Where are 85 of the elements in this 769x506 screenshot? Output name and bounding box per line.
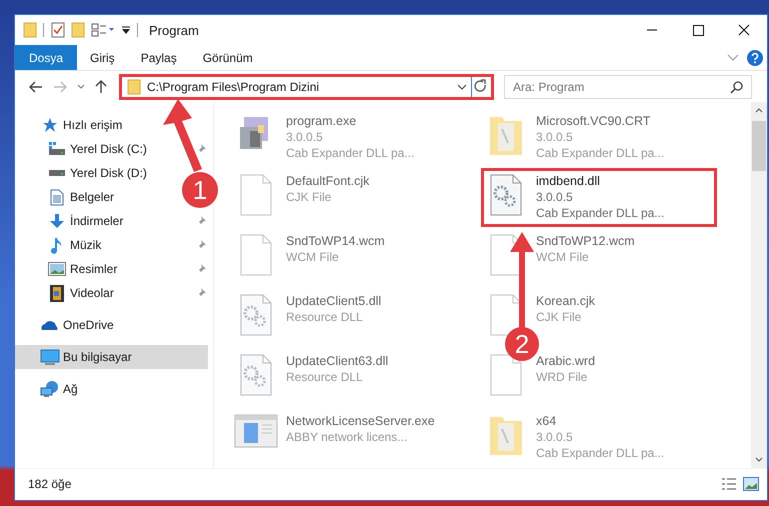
sidebar-item[interactable]: Bu bilgisayar xyxy=(15,345,208,369)
picture-icon xyxy=(48,262,66,276)
film-icon xyxy=(50,284,64,302)
music-note-icon xyxy=(51,236,63,254)
file-name[interactable]: imdbend.dll xyxy=(536,173,600,189)
details-view-icon[interactable] xyxy=(721,477,737,491)
file-icon xyxy=(239,233,273,277)
sidebar-item[interactable]: Yerel Disk (C:) xyxy=(15,137,153,161)
file-icon xyxy=(489,353,523,397)
scroll-down-icon[interactable] xyxy=(755,457,763,462)
separator-icon xyxy=(43,23,45,37)
drive-icon xyxy=(48,141,66,157)
file-name[interactable]: x64 xyxy=(536,413,556,429)
large-icons-view-icon[interactable] xyxy=(743,477,759,491)
properties-check-icon[interactable] xyxy=(51,22,65,38)
sidebar-item[interactable]: Resimler xyxy=(15,257,124,281)
help-icon[interactable] xyxy=(747,50,763,66)
file-detail: Resource DLL xyxy=(286,369,363,385)
address-field[interactable]: C:\Program Files\Program Dizini xyxy=(119,74,494,100)
file-name[interactable]: SndToWP12.wcm xyxy=(536,233,635,249)
ribbon-tab[interactable]: Paylaş xyxy=(128,45,190,70)
monitor-icon xyxy=(40,348,60,366)
file-name[interactable]: Korean.cjk xyxy=(536,293,596,309)
window-title: Program xyxy=(149,22,199,38)
file-detail: CJK File xyxy=(536,309,582,325)
view-options-icon[interactable] xyxy=(91,23,115,37)
sidebar-item[interactable]: Videolar xyxy=(15,281,120,305)
file-detail: 3.0.0.5 xyxy=(536,189,573,205)
file-detail: Cab Expander DLL pa... xyxy=(536,205,664,221)
file-icon xyxy=(239,173,273,217)
file-name[interactable]: UpdateClient63.dll xyxy=(286,353,388,369)
recent-locations-caret-icon[interactable] xyxy=(77,84,85,90)
star-icon xyxy=(42,117,58,133)
file-name[interactable]: SndToWP14.wcm xyxy=(286,233,385,249)
file-detail: CJK File xyxy=(286,189,332,205)
sidebar-item[interactable]: OneDrive xyxy=(15,313,120,337)
gears-file-icon xyxy=(489,173,523,217)
file-detail: Resource DLL xyxy=(286,309,363,325)
download-arrow-icon xyxy=(49,213,65,229)
network-icon xyxy=(40,380,60,398)
scrollbar[interactable] xyxy=(751,102,767,468)
expand-ribbon-icon[interactable] xyxy=(727,54,739,62)
file-detail: 3.0.0.5 xyxy=(536,129,573,145)
back-arrow-icon[interactable] xyxy=(29,80,43,92)
drive-icon xyxy=(48,168,66,178)
customize-dropdown-icon[interactable] xyxy=(121,25,131,35)
file-name[interactable]: NetworkLicenseServer.exe xyxy=(286,413,435,429)
search-icon[interactable] xyxy=(730,80,744,94)
file-detail: WRD File xyxy=(536,369,588,385)
cloud-icon xyxy=(40,319,60,331)
file-name[interactable]: UpdateClient5.dll xyxy=(286,293,382,309)
file-name[interactable]: DefaultFont.cjk xyxy=(286,173,370,189)
ribbon-tab[interactable]: Görünüm xyxy=(190,45,266,70)
item-count: 182 öğe xyxy=(28,477,72,491)
file-detail: 3.0.0.5 xyxy=(536,429,573,445)
ribbon-tab[interactable]: Dosya xyxy=(15,45,78,70)
search-field[interactable]: Ara: Program xyxy=(504,74,752,98)
highlighted-file-item[interactable]: imdbend.dll 3.0.0.5 Cab Expander DLL pa... xyxy=(481,168,717,227)
file-name[interactable]: program.exe xyxy=(286,113,356,129)
sidebar-item[interactable]: Hızlı erişim xyxy=(15,113,128,137)
scroll-up-icon[interactable] xyxy=(755,108,763,113)
dropdown-caret-icon[interactable] xyxy=(457,84,467,90)
file-detail: 3.0.0.5 xyxy=(286,129,323,145)
file-name[interactable]: Arabic.wrd xyxy=(536,353,596,369)
folder-icon xyxy=(127,78,141,94)
file-detail: Cab Expander DLL pa... xyxy=(536,145,664,161)
file-detail: Cab Expander DLL pa... xyxy=(286,145,414,161)
sidebar-item[interactable]: Yerel Disk (D:) xyxy=(15,161,153,185)
sidebar-item[interactable]: Belgeler xyxy=(15,185,120,209)
sidebar-item[interactable]: Ağ xyxy=(15,377,84,401)
file-detail: ABBY network licens... xyxy=(286,429,408,445)
gears-file-icon xyxy=(239,293,273,337)
file-detail: Cab Expander DLL pa... xyxy=(536,445,664,461)
ribbon-tab[interactable]: Giriş xyxy=(77,45,128,70)
sidebar-item[interactable]: İndirmeler xyxy=(15,209,130,233)
gears-file-icon xyxy=(239,353,273,397)
sidebar-item[interactable]: Müzik xyxy=(15,233,108,257)
application-window-icon xyxy=(234,413,278,449)
file-name[interactable]: Microsoft.VC90.CRT xyxy=(536,113,650,129)
document-icon xyxy=(50,188,64,206)
file-detail: WCM File xyxy=(536,249,589,265)
file-detail: WCM File xyxy=(286,249,339,265)
scroll-thumb[interactable] xyxy=(752,121,766,171)
separator-icon xyxy=(137,23,139,37)
up-arrow-icon[interactable] xyxy=(95,80,107,94)
